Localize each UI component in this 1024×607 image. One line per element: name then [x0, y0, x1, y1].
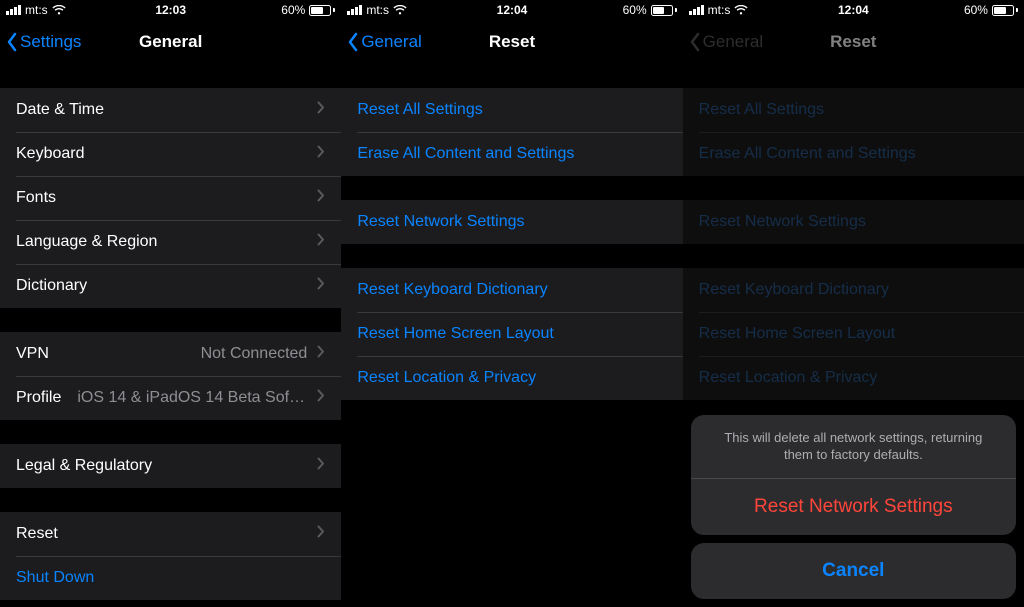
signal-icon — [347, 5, 362, 15]
profile-detail: iOS 14 & iPadOS 14 Beta Softwar... — [77, 389, 307, 407]
row-fonts[interactable]: Fonts — [0, 176, 341, 220]
reset-list: Reset All Settings Erase All Content and… — [683, 88, 1024, 400]
status-bar: mt:s 12:04 60% — [683, 0, 1024, 20]
sheet-message: This will delete all network settings, r… — [691, 415, 1016, 479]
wifi-icon — [734, 5, 748, 15]
row-erase-all-content: Erase All Content and Settings — [683, 132, 1024, 176]
row-reset-network: Reset Network Settings — [683, 200, 1024, 244]
nav-bar: General Reset — [341, 20, 682, 64]
chevron-right-icon — [317, 457, 325, 475]
row-reset-all-settings[interactable]: Reset All Settings — [341, 88, 682, 132]
chevron-right-icon — [317, 345, 325, 363]
row-reset-all-settings: Reset All Settings — [683, 88, 1024, 132]
action-sheet: This will delete all network settings, r… — [691, 415, 1016, 599]
chevron-right-icon — [317, 277, 325, 295]
carrier-label: mt:s — [25, 3, 48, 17]
sheet-reset-network-button[interactable]: Reset Network Settings — [691, 479, 1016, 535]
battery-percent: 60% — [623, 3, 647, 17]
battery-percent: 60% — [964, 3, 988, 17]
row-reset-home-screen: Reset Home Screen Layout — [683, 312, 1024, 356]
page-title: Reset — [683, 32, 1024, 52]
row-reset-home-screen[interactable]: Reset Home Screen Layout — [341, 312, 682, 356]
page-title: Reset — [341, 32, 682, 52]
row-shutdown[interactable]: Shut Down — [0, 556, 341, 600]
battery-icon — [651, 5, 677, 16]
chevron-right-icon — [317, 145, 325, 163]
row-reset[interactable]: Reset — [0, 512, 341, 556]
wifi-icon — [52, 5, 66, 15]
status-bar: mt:s 12:04 60% — [341, 0, 682, 20]
nav-bar: Settings General — [0, 20, 341, 64]
chevron-right-icon — [317, 101, 325, 119]
row-reset-keyboard-dict: Reset Keyboard Dictionary — [683, 268, 1024, 312]
carrier-label: mt:s — [708, 3, 731, 17]
row-reset-keyboard-dict[interactable]: Reset Keyboard Dictionary — [341, 268, 682, 312]
row-reset-location-privacy: Reset Location & Privacy — [683, 356, 1024, 400]
row-profile[interactable]: ProfileiOS 14 & iPadOS 14 Beta Softwar..… — [0, 376, 341, 420]
signal-icon — [6, 5, 21, 15]
reset-list: Reset All Settings Erase All Content and… — [341, 88, 682, 400]
row-erase-all-content[interactable]: Erase All Content and Settings — [341, 132, 682, 176]
row-date-time[interactable]: Date & Time — [0, 88, 341, 132]
wifi-icon — [393, 5, 407, 15]
row-keyboard[interactable]: Keyboard — [0, 132, 341, 176]
settings-list: Date & Time Keyboard Fonts Language & Re… — [0, 88, 341, 600]
screen-reset-actionsheet: mt:s 12:04 60% General Reset Reset All S… — [683, 0, 1024, 607]
row-reset-location-privacy[interactable]: Reset Location & Privacy — [341, 356, 682, 400]
screen-reset: mt:s 12:04 60% General Reset Reset All S… — [341, 0, 682, 607]
battery-icon — [992, 5, 1018, 16]
row-reset-network[interactable]: Reset Network Settings — [341, 200, 682, 244]
battery-icon — [309, 5, 335, 16]
battery-percent: 60% — [281, 3, 305, 17]
row-language-region[interactable]: Language & Region — [0, 220, 341, 264]
vpn-status: Not Connected — [201, 345, 308, 363]
carrier-label: mt:s — [366, 3, 389, 17]
nav-bar: General Reset — [683, 20, 1024, 64]
signal-icon — [689, 5, 704, 15]
row-dictionary[interactable]: Dictionary — [0, 264, 341, 308]
page-title: General — [0, 32, 341, 52]
row-legal[interactable]: Legal & Regulatory — [0, 444, 341, 488]
chevron-right-icon — [317, 525, 325, 543]
status-bar: mt:s 12:03 60% — [0, 0, 341, 20]
row-vpn[interactable]: VPNNot Connected — [0, 332, 341, 376]
screen-general: mt:s 12:03 60% Settings General Date & T… — [0, 0, 341, 607]
sheet-cancel-button[interactable]: Cancel — [691, 543, 1016, 599]
chevron-right-icon — [317, 389, 325, 407]
chevron-right-icon — [317, 233, 325, 251]
chevron-right-icon — [317, 189, 325, 207]
